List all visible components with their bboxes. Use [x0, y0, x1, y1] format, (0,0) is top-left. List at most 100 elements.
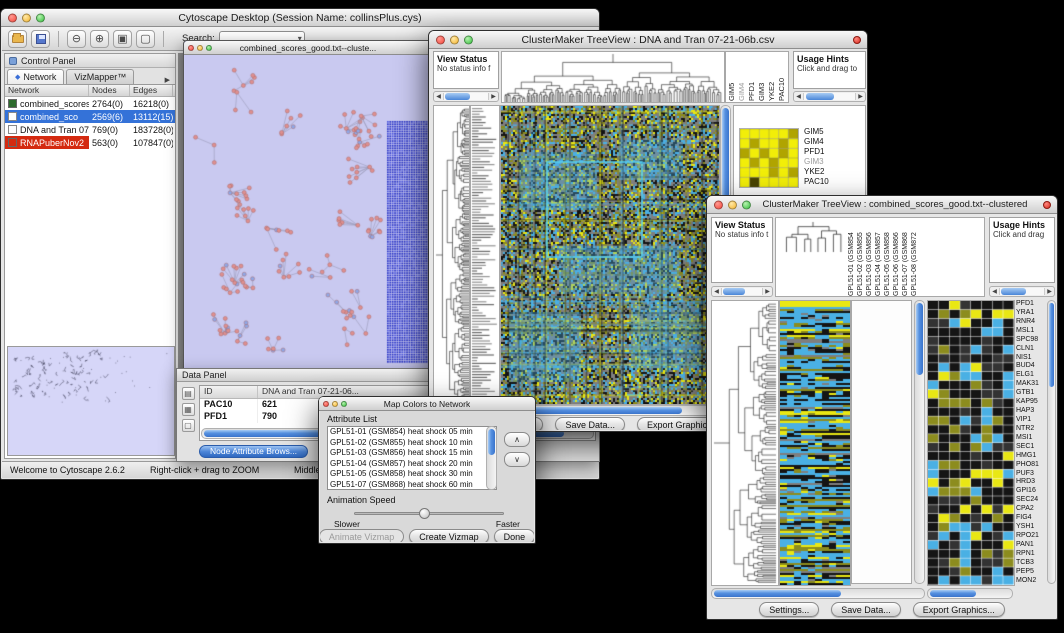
save-data-button[interactable]: Save Data...: [831, 602, 901, 617]
matrix-gene-label[interactable]: PFD1: [804, 148, 829, 156]
close-icon[interactable]: [714, 200, 723, 209]
gene-label[interactable]: TCB3: [1016, 559, 1047, 566]
gene-label[interactable]: PEP5: [1016, 568, 1047, 575]
zoom-selected-icon[interactable]: ▢: [136, 30, 155, 48]
gene-label[interactable]: MSL1: [1016, 327, 1047, 334]
map-dialog-titlebar[interactable]: Map Colors to Network: [319, 397, 535, 411]
network-row[interactable]: RNAPuberNov2 563(0) 107847(0): [5, 136, 175, 149]
gene-label[interactable]: CPA2: [1016, 505, 1047, 512]
matrix-gene-label[interactable]: GIM4: [804, 138, 829, 146]
pane-hscrollbar[interactable]: ◀ ▶: [711, 286, 773, 297]
attribute-item[interactable]: GPL51-02 (GSM855) heat shock 10 min: [328, 438, 496, 449]
scroll-left-icon[interactable]: ◀: [712, 288, 721, 295]
minimize-icon[interactable]: [197, 45, 203, 51]
gene-label[interactable]: RPN1: [1016, 550, 1047, 557]
row-dendrogram[interactable]: [433, 105, 470, 405]
attribute-item[interactable]: GPL51-05 (GSM858) heat shock 30 min: [328, 469, 496, 480]
select-attributes-icon[interactable]: ▤: [182, 387, 195, 400]
scroll-left-icon[interactable]: ◀: [990, 288, 999, 295]
gene-list-vscrollbar[interactable]: [1047, 300, 1056, 584]
matrix-gene-label[interactable]: GIM5: [804, 128, 829, 136]
slider-thumb[interactable]: [419, 508, 430, 519]
heatmap-canvas[interactable]: [500, 105, 720, 405]
animate-vizmap-button[interactable]: Animate Vizmap: [320, 529, 404, 542]
gene-label[interactable]: GPI16: [1016, 487, 1047, 494]
network-view-titlebar[interactable]: combined_scores_good.txt--cluste...: [184, 41, 432, 55]
gene-label[interactable]: CLN1: [1016, 345, 1047, 352]
gene-label[interactable]: PHO81: [1016, 461, 1047, 468]
gene-label[interactable]: GTB1: [1016, 389, 1047, 396]
treeview-combined-titlebar[interactable]: ClusterMaker TreeView : combined_scores_…: [707, 196, 1057, 214]
column-label[interactable]: PFD1: [747, 53, 757, 101]
scroll-right-icon[interactable]: ▶: [856, 93, 865, 100]
gene-label[interactable]: MON2: [1016, 577, 1047, 584]
delete-attribute-icon[interactable]: ▢: [182, 419, 195, 432]
cytoscape-titlebar[interactable]: Cytoscape Desktop (Session Name: collins…: [1, 9, 599, 27]
column-label[interactable]: YKE2: [767, 53, 777, 101]
maximize-icon[interactable]: [206, 45, 212, 51]
column-label[interactable]: GPL51-06 (GSM866: [893, 218, 902, 296]
gene-label[interactable]: SEC1: [1016, 443, 1047, 450]
zoom-in-icon[interactable]: ⊕: [90, 30, 109, 48]
minimize-icon[interactable]: [728, 200, 737, 209]
java-close-icon[interactable]: [1043, 201, 1051, 209]
tab-network[interactable]: ◆ Network: [7, 69, 64, 84]
settings-button[interactable]: Settings...: [759, 602, 819, 617]
gene-label[interactable]: SEC24: [1016, 496, 1047, 503]
close-icon[interactable]: [8, 13, 17, 22]
gene-label[interactable]: PFD1: [1016, 300, 1047, 307]
gene-label-strip[interactable]: [470, 105, 500, 405]
pane-hscrollbar[interactable]: ◀ ▶: [433, 91, 499, 102]
column-label[interactable]: GPL51-05 (GSM858: [884, 218, 893, 296]
column-label[interactable]: GIM3: [757, 53, 767, 101]
attribute-list-vscrollbar[interactable]: [486, 426, 497, 490]
gene-label[interactable]: MAK31: [1016, 380, 1047, 387]
column-dendrogram[interactable]: [778, 220, 848, 254]
network-canvas[interactable]: [185, 55, 431, 368]
move-up-button[interactable]: ∧: [504, 432, 530, 447]
gene-label[interactable]: NIS1: [1016, 354, 1047, 361]
zoom-hscrollbar[interactable]: [927, 588, 1013, 599]
create-attribute-icon[interactable]: ▦: [182, 403, 195, 416]
gene-label[interactable]: HAP3: [1016, 407, 1047, 414]
move-down-button[interactable]: ∨: [504, 452, 530, 467]
scroll-right-icon[interactable]: ▶: [489, 93, 498, 100]
attribute-item[interactable]: GPL51-07 (GSM868) heat shock 60 min: [328, 480, 496, 491]
gene-label[interactable]: NTR2: [1016, 425, 1047, 432]
gene-label[interactable]: ELG1: [1016, 371, 1047, 378]
network-overview-thumbnail[interactable]: [7, 346, 175, 456]
attribute-item[interactable]: GPL51-03 (GSM856) heat shock 15 min: [328, 448, 496, 459]
create-vizmap-button[interactable]: Create Vizmap: [409, 529, 488, 542]
matrix-gene-label[interactable]: PAC10: [804, 178, 829, 186]
column-label[interactable]: GIM5: [727, 53, 737, 101]
gene-label[interactable]: RPO21: [1016, 532, 1047, 539]
save-session-icon[interactable]: [31, 30, 50, 48]
heatmap-vscrollbar[interactable]: [914, 300, 925, 584]
maximize-icon[interactable]: [341, 401, 347, 407]
attribute-item[interactable]: GPL51-04 (GSM857) heat shock 20 min: [328, 459, 496, 470]
minimize-icon[interactable]: [22, 13, 31, 22]
gene-label[interactable]: SPC98: [1016, 336, 1047, 343]
save-data-button[interactable]: Save Data...: [555, 417, 625, 430]
network-row-selected[interactable]: combined_sco 2569(6) 13112(15): [5, 110, 175, 123]
scroll-right-icon[interactable]: ▶: [763, 288, 772, 295]
column-label[interactable]: GPL51-07 (GSM868: [902, 218, 911, 296]
pane-hscrollbar[interactable]: ◀ ▶: [793, 91, 866, 102]
node-attribute-browser-tab[interactable]: Node Attribute Brows...: [199, 445, 308, 458]
gene-label[interactable]: PUF3: [1016, 470, 1047, 477]
gene-label[interactable]: HMG1: [1016, 452, 1047, 459]
column-label[interactable]: GIM4: [737, 53, 747, 101]
maximize-icon[interactable]: [742, 200, 751, 209]
gene-label[interactable]: MSI1: [1016, 434, 1047, 441]
column-label[interactable]: GPL51-04 (GSM857: [875, 218, 884, 296]
animation-speed-slider[interactable]: [354, 512, 504, 515]
minimize-icon[interactable]: [332, 401, 338, 407]
zoom-fit-icon[interactable]: ▣: [113, 30, 132, 48]
close-icon[interactable]: [436, 35, 445, 44]
gene-label[interactable]: BUD4: [1016, 362, 1047, 369]
scroll-left-icon[interactable]: ◀: [794, 93, 803, 100]
maximize-icon[interactable]: [464, 35, 473, 44]
done-button[interactable]: Done: [494, 529, 534, 542]
correlation-matrix[interactable]: [739, 128, 799, 188]
gene-label[interactable]: FIG4: [1016, 514, 1047, 521]
